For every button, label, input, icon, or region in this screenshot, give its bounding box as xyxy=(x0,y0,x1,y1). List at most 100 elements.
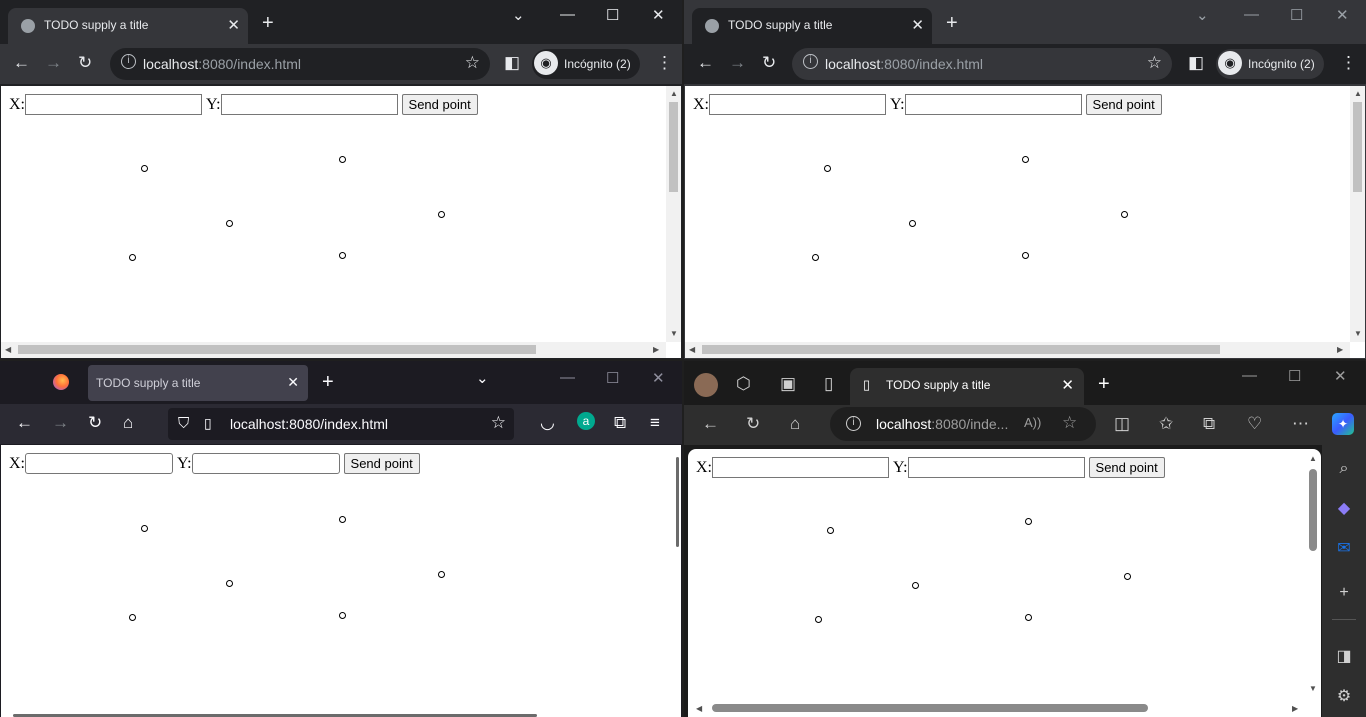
profile-avatar[interactable] xyxy=(694,373,718,397)
side-panel-icon[interactable]: ◧ xyxy=(504,53,520,73)
reload-icon[interactable]: ↻ xyxy=(88,413,102,433)
browser-tab[interactable]: ▯ TODO supply a title ✕ xyxy=(850,368,1084,405)
scroll-right-icon[interactable]: ▶ xyxy=(1337,345,1343,354)
scroll-left-icon[interactable]: ◀ xyxy=(696,704,702,713)
send-point-button[interactable]: Send point xyxy=(401,94,478,115)
bookmark-star-icon[interactable]: ☆ xyxy=(465,53,480,73)
scroll-left-icon[interactable]: ◀ xyxy=(5,345,11,354)
scroll-down-icon[interactable]: ▼ xyxy=(1354,329,1362,338)
vertical-scrollbar[interactable]: ▲ ▼ xyxy=(1350,86,1365,342)
outlook-icon[interactable]: ✉ xyxy=(1334,539,1354,559)
reload-icon[interactable]: ↻ xyxy=(762,53,776,73)
y-input[interactable] xyxy=(904,94,1082,115)
extensions-icon[interactable]: ⧉ xyxy=(614,413,626,433)
scroll-down-icon[interactable]: ▼ xyxy=(1309,684,1317,693)
page-info-icon[interactable]: ▯ xyxy=(204,415,212,432)
y-input[interactable] xyxy=(907,457,1085,478)
x-input[interactable] xyxy=(712,457,889,478)
tracking-protection-icon[interactable]: ⛉ xyxy=(178,415,189,432)
maximize-button[interactable]: ☐ xyxy=(1290,6,1303,24)
x-input[interactable] xyxy=(25,94,202,115)
close-tab-icon[interactable]: ✕ xyxy=(287,374,299,391)
browser-tab[interactable]: TODO supply a title ✕ xyxy=(692,8,932,44)
vertical-scrollbar[interactable] xyxy=(676,457,679,547)
vertical-scrollbar[interactable] xyxy=(1309,469,1317,551)
settings-gear-icon[interactable]: ⚙ xyxy=(1334,687,1354,707)
close-tab-icon[interactable]: ✕ xyxy=(227,16,240,34)
back-icon[interactable]: ← xyxy=(697,53,714,73)
menu-icon[interactable]: ≡ xyxy=(650,413,660,433)
forward-icon[interactable]: → xyxy=(52,413,69,433)
scroll-up-icon[interactable]: ▲ xyxy=(1309,454,1317,463)
search-icon[interactable]: ⌕ xyxy=(1334,459,1354,479)
reload-icon[interactable]: ↻ xyxy=(746,414,760,434)
close-tab-icon[interactable]: ✕ xyxy=(911,16,924,34)
minimize-button[interactable]: — xyxy=(560,6,575,23)
scroll-thumb[interactable] xyxy=(18,345,536,354)
browser-tab[interactable]: TODO supply a title ✕ xyxy=(88,365,308,401)
send-point-button[interactable]: Send point xyxy=(1088,457,1165,478)
address-bar[interactable]: i localhost:8080/inde... A)) ☆ xyxy=(830,407,1096,441)
menu-icon[interactable]: ⋮ xyxy=(656,53,673,73)
x-input[interactable] xyxy=(709,94,886,115)
minimize-button[interactable]: — xyxy=(1244,6,1259,23)
scroll-right-icon[interactable]: ▶ xyxy=(653,345,659,354)
home-icon[interactable]: ⌂ xyxy=(123,413,133,433)
site-info-icon[interactable]: i xyxy=(121,54,136,69)
scroll-up-icon[interactable]: ▲ xyxy=(670,89,678,98)
send-point-button[interactable]: Send point xyxy=(1085,94,1162,115)
minimize-button[interactable]: — xyxy=(1242,367,1257,384)
scroll-right-icon[interactable]: ▶ xyxy=(1292,704,1298,713)
horizontal-scrollbar[interactable]: ◀ ▶ xyxy=(685,342,1350,358)
scroll-thumb[interactable] xyxy=(702,345,1220,354)
y-input[interactable] xyxy=(220,94,398,115)
read-aloud-icon[interactable]: A)) xyxy=(1024,415,1041,430)
scroll-left-icon[interactable]: ◀ xyxy=(689,345,695,354)
x-input[interactable] xyxy=(25,453,173,474)
back-icon[interactable]: ← xyxy=(702,414,719,434)
scroll-thumb[interactable] xyxy=(1353,102,1362,192)
minimize-button[interactable]: — xyxy=(560,369,575,386)
site-info-icon[interactable]: i xyxy=(846,416,861,431)
maximize-button[interactable]: ☐ xyxy=(1288,367,1301,385)
site-info-icon[interactable]: i xyxy=(803,54,818,69)
scroll-up-icon[interactable]: ▲ xyxy=(1354,89,1362,98)
close-tab-icon[interactable]: ✕ xyxy=(1061,376,1074,394)
back-icon[interactable]: ← xyxy=(16,413,33,433)
back-icon[interactable]: ← xyxy=(13,53,30,73)
tab-search-icon[interactable]: ⌄ xyxy=(512,6,525,24)
close-window-button[interactable]: ✕ xyxy=(1334,367,1347,385)
scroll-down-icon[interactable]: ▼ xyxy=(670,329,678,338)
bookmark-star-icon[interactable]: ☆ xyxy=(1147,53,1162,73)
extension-avatar-icon[interactable]: a xyxy=(577,412,595,430)
close-window-button[interactable]: ✕ xyxy=(652,6,665,24)
new-tab-button[interactable]: + xyxy=(1098,374,1110,394)
scroll-thumb[interactable] xyxy=(669,102,678,192)
pocket-icon[interactable]: ◡ xyxy=(540,413,555,433)
workspaces-icon[interactable]: ⬡ xyxy=(736,374,751,394)
copilot-sidebar-icon[interactable]: ◆ xyxy=(1334,499,1354,519)
more-options-icon[interactable]: ⋯ xyxy=(1292,414,1309,434)
incognito-badge[interactable]: ◉ Incógnito (2) xyxy=(1216,49,1324,79)
collections-icon[interactable]: ⧉ xyxy=(1203,414,1215,434)
favorite-star-icon[interactable]: ☆ xyxy=(1062,413,1077,433)
y-input[interactable] xyxy=(191,453,340,474)
tab-actions-icon[interactable]: ▣ xyxy=(780,374,796,394)
close-window-button[interactable]: ✕ xyxy=(652,369,665,387)
vertical-scrollbar[interactable]: ▲ ▼ xyxy=(666,86,681,342)
add-sidebar-app-icon[interactable]: + xyxy=(1334,583,1354,603)
close-window-button[interactable]: ✕ xyxy=(1336,6,1349,24)
reload-icon[interactable]: ↻ xyxy=(78,53,92,73)
address-bar[interactable]: i localhost:8080/index.html ☆ xyxy=(110,48,490,80)
address-bar[interactable]: i localhost:8080/index.html ☆ xyxy=(792,48,1172,80)
copilot-icon[interactable]: ✦ xyxy=(1332,413,1354,435)
horizontal-scrollbar[interactable]: ◀ ▶ xyxy=(1,342,666,358)
home-icon[interactable]: ⌂ xyxy=(790,414,800,434)
favorites-icon[interactable]: ✩ xyxy=(1159,414,1173,434)
hide-sidebar-icon[interactable]: ◨ xyxy=(1334,647,1354,667)
address-bar[interactable]: ⛉ ▯ localhost:8080/index.html ☆ xyxy=(168,408,514,440)
list-all-tabs-icon[interactable]: ⌄ xyxy=(476,369,489,387)
forward-icon[interactable]: → xyxy=(729,53,746,73)
split-screen-icon[interactable]: ◫ xyxy=(1114,414,1130,434)
new-tab-button[interactable]: + xyxy=(262,13,274,33)
